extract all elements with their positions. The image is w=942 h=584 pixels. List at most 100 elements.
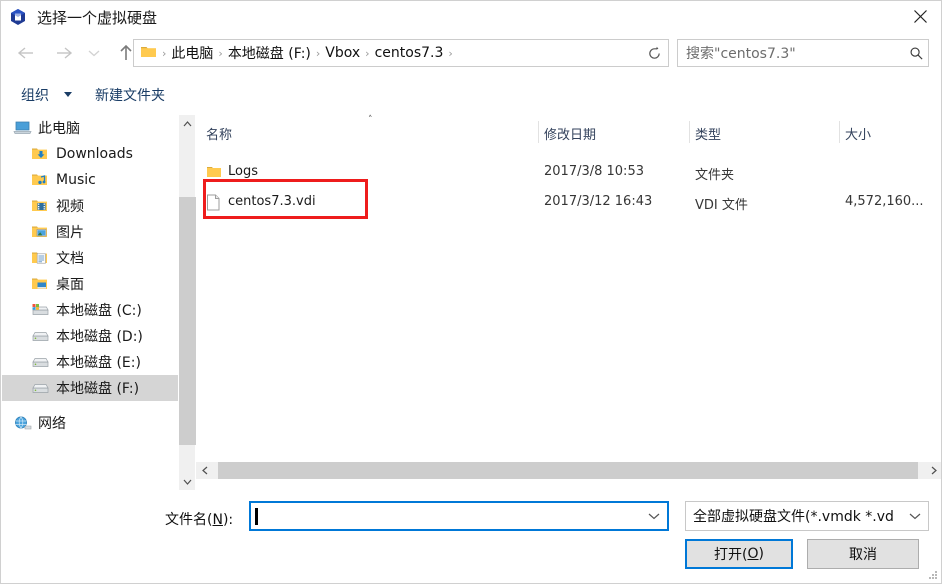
sidebar-item-pictures[interactable]: 图片 xyxy=(2,219,178,245)
file-date: 2017/3/12 16:43 xyxy=(544,194,653,209)
sidebar-item-documents[interactable]: 文档 xyxy=(2,245,178,271)
address-bar[interactable]: › 此电脑 › 本地磁盘 (F:) › Vbox › centos7.3 › xyxy=(133,39,669,67)
sidebar-scrollbar-thumb[interactable] xyxy=(179,197,196,445)
sidebar-item-network[interactable]: 网络 xyxy=(2,410,178,436)
folder-music-icon xyxy=(30,171,50,189)
column-divider[interactable] xyxy=(839,121,840,143)
chevron-left-icon[interactable] xyxy=(196,462,213,479)
breadcrumb-item-2[interactable]: Vbox xyxy=(322,45,363,61)
file-name: Logs xyxy=(228,164,258,179)
sidebar-label: 网络 xyxy=(38,416,66,432)
sort-ascending-icon: ˄ xyxy=(368,115,373,125)
sidebar-scrollbar[interactable] xyxy=(178,115,196,490)
filename-accesskey: N xyxy=(212,512,223,528)
sidebar-item-drive-d[interactable]: 本地磁盘 (D:) xyxy=(2,323,178,349)
sidebar-item-this-pc[interactable]: 此电脑 xyxy=(2,115,178,141)
file-open-dialog: 选择一个虚拟硬盘 › 此电脑 › 本地磁盘 (F:) › Vbox › cent… xyxy=(0,0,942,584)
organize-button[interactable]: 组织 xyxy=(21,85,49,105)
sidebar-item-drive-f[interactable]: 本地磁盘 (F:) xyxy=(2,375,178,401)
organize-chevron-down-icon[interactable] xyxy=(64,92,72,97)
folder-downloads-icon xyxy=(30,145,50,163)
refresh-icon[interactable] xyxy=(641,39,669,67)
breadcrumb-item-3[interactable]: centos7.3 xyxy=(372,45,447,61)
new-folder-button[interactable]: 新建文件夹 xyxy=(95,85,165,105)
breadcrumb-separator: › xyxy=(162,46,167,60)
sidebar-label: 本地磁盘 (C:) xyxy=(56,303,142,319)
file-list-horizontal-scrollbar[interactable] xyxy=(196,462,941,479)
file-icon xyxy=(206,194,223,212)
search-icon xyxy=(904,46,928,61)
breadcrumb-item-0[interactable]: 此电脑 xyxy=(168,43,216,63)
file-type-filter-value: 全部虚拟硬盘文件(*.vmdk *.vd xyxy=(693,509,894,525)
cancel-label: 取消 xyxy=(849,547,877,563)
breadcrumb-separator: › xyxy=(218,46,223,60)
open-label-post: ) xyxy=(758,546,764,562)
sidebar-item-drive-c[interactable]: 本地磁盘 (C:) xyxy=(2,297,178,323)
filename-label: 文件名(N): xyxy=(165,509,233,529)
column-header-name[interactable]: 名称 xyxy=(206,124,232,143)
folder-icon xyxy=(140,44,158,62)
virtualbox-cube-icon xyxy=(7,6,29,28)
sidebar-label: 本地磁盘 (E:) xyxy=(56,355,141,371)
breadcrumb: › 此电脑 › 本地磁盘 (F:) › Vbox › centos7.3 › xyxy=(158,43,644,63)
sidebar-label: 本地磁盘 (F:) xyxy=(56,381,140,397)
search-input[interactable]: 搜索"centos7.3" xyxy=(686,43,904,63)
filename-label-pre: 文件名( xyxy=(165,512,213,528)
table-row[interactable]: centos7.3.vdi 2017/3/12 16:43 VDI 文件 4,5… xyxy=(196,191,941,215)
column-header-size[interactable]: 大小 xyxy=(845,124,871,143)
column-divider[interactable] xyxy=(538,121,539,143)
folder-icon xyxy=(206,164,223,182)
sidebar-item-music[interactable]: Music xyxy=(2,167,178,193)
breadcrumb-item-1[interactable]: 本地磁盘 (F:) xyxy=(225,43,314,63)
sidebar-label: 此电脑 xyxy=(38,121,80,137)
sidebar-item-downloads[interactable]: Downloads xyxy=(2,141,178,167)
sidebar-item-drive-e[interactable]: 本地磁盘 (E:) xyxy=(2,349,178,375)
text-cursor xyxy=(255,507,258,525)
search-box[interactable]: 搜索"centos7.3" xyxy=(677,39,929,67)
folder-pictures-icon xyxy=(30,223,50,241)
filter-chevron-down-icon[interactable] xyxy=(902,503,928,529)
breadcrumb-separator: › xyxy=(365,46,370,60)
title-bar: 选择一个虚拟硬盘 xyxy=(1,1,941,33)
horizontal-scrollbar-thumb[interactable] xyxy=(218,462,918,479)
network-icon xyxy=(12,414,32,432)
column-header-date[interactable]: 修改日期 xyxy=(544,124,596,143)
recent-locations-chevron-down-icon[interactable] xyxy=(83,38,105,68)
sidebar-label: Music xyxy=(56,172,96,188)
arrow-right-icon[interactable] xyxy=(49,38,79,68)
sidebar-label: 桌面 xyxy=(56,277,84,293)
chevron-down-icon[interactable] xyxy=(179,473,196,490)
sidebar-label: 图片 xyxy=(56,225,84,241)
open-button[interactable]: 打开(O) xyxy=(685,539,793,569)
filename-label-post: ): xyxy=(222,512,234,528)
file-type-filter-combobox[interactable]: 全部虚拟硬盘文件(*.vmdk *.vd xyxy=(685,501,929,531)
navigation-sidebar[interactable]: 此电脑 Downloads Music 视频 图片 文档 桌面 本地磁盘 (C:… xyxy=(2,115,178,490)
column-divider[interactable] xyxy=(689,121,690,143)
file-type: 文件夹 xyxy=(695,168,735,183)
folder-videos-icon xyxy=(30,197,50,215)
folder-desktop-icon xyxy=(30,275,50,293)
chevron-up-icon[interactable] xyxy=(179,115,196,132)
file-list-pane[interactable]: 名称 ˄ 修改日期 类型 大小 Logs 2017/3/8 10:53 文件夹 xyxy=(196,115,941,458)
open-label-pre: 打开( xyxy=(714,547,748,563)
column-header-row: 名称 ˄ 修改日期 类型 大小 xyxy=(196,115,941,149)
drive-icon xyxy=(30,353,50,371)
window-title: 选择一个虚拟硬盘 xyxy=(37,8,158,27)
resize-grip[interactable] xyxy=(926,569,938,581)
chevron-right-icon[interactable] xyxy=(925,462,941,479)
file-date: 2017/3/8 10:53 xyxy=(544,164,644,179)
close-button[interactable] xyxy=(897,1,941,32)
file-size: 4,572,160... xyxy=(845,194,924,209)
filename-combobox[interactable] xyxy=(249,501,669,531)
sidebar-label: 本地磁盘 (D:) xyxy=(56,329,143,345)
file-type: VDI 文件 xyxy=(695,198,748,213)
sidebar-item-videos[interactable]: 视频 xyxy=(2,193,178,219)
sidebar-item-desktop[interactable]: 桌面 xyxy=(2,271,178,297)
table-row[interactable]: Logs 2017/3/8 10:53 文件夹 xyxy=(196,161,941,185)
breadcrumb-separator: › xyxy=(448,46,453,60)
filename-chevron-down-icon[interactable] xyxy=(641,503,667,529)
cancel-button[interactable]: 取消 xyxy=(807,539,919,569)
computer-icon xyxy=(12,119,32,137)
arrow-left-icon[interactable] xyxy=(11,38,41,68)
column-header-type[interactable]: 类型 xyxy=(695,124,721,143)
